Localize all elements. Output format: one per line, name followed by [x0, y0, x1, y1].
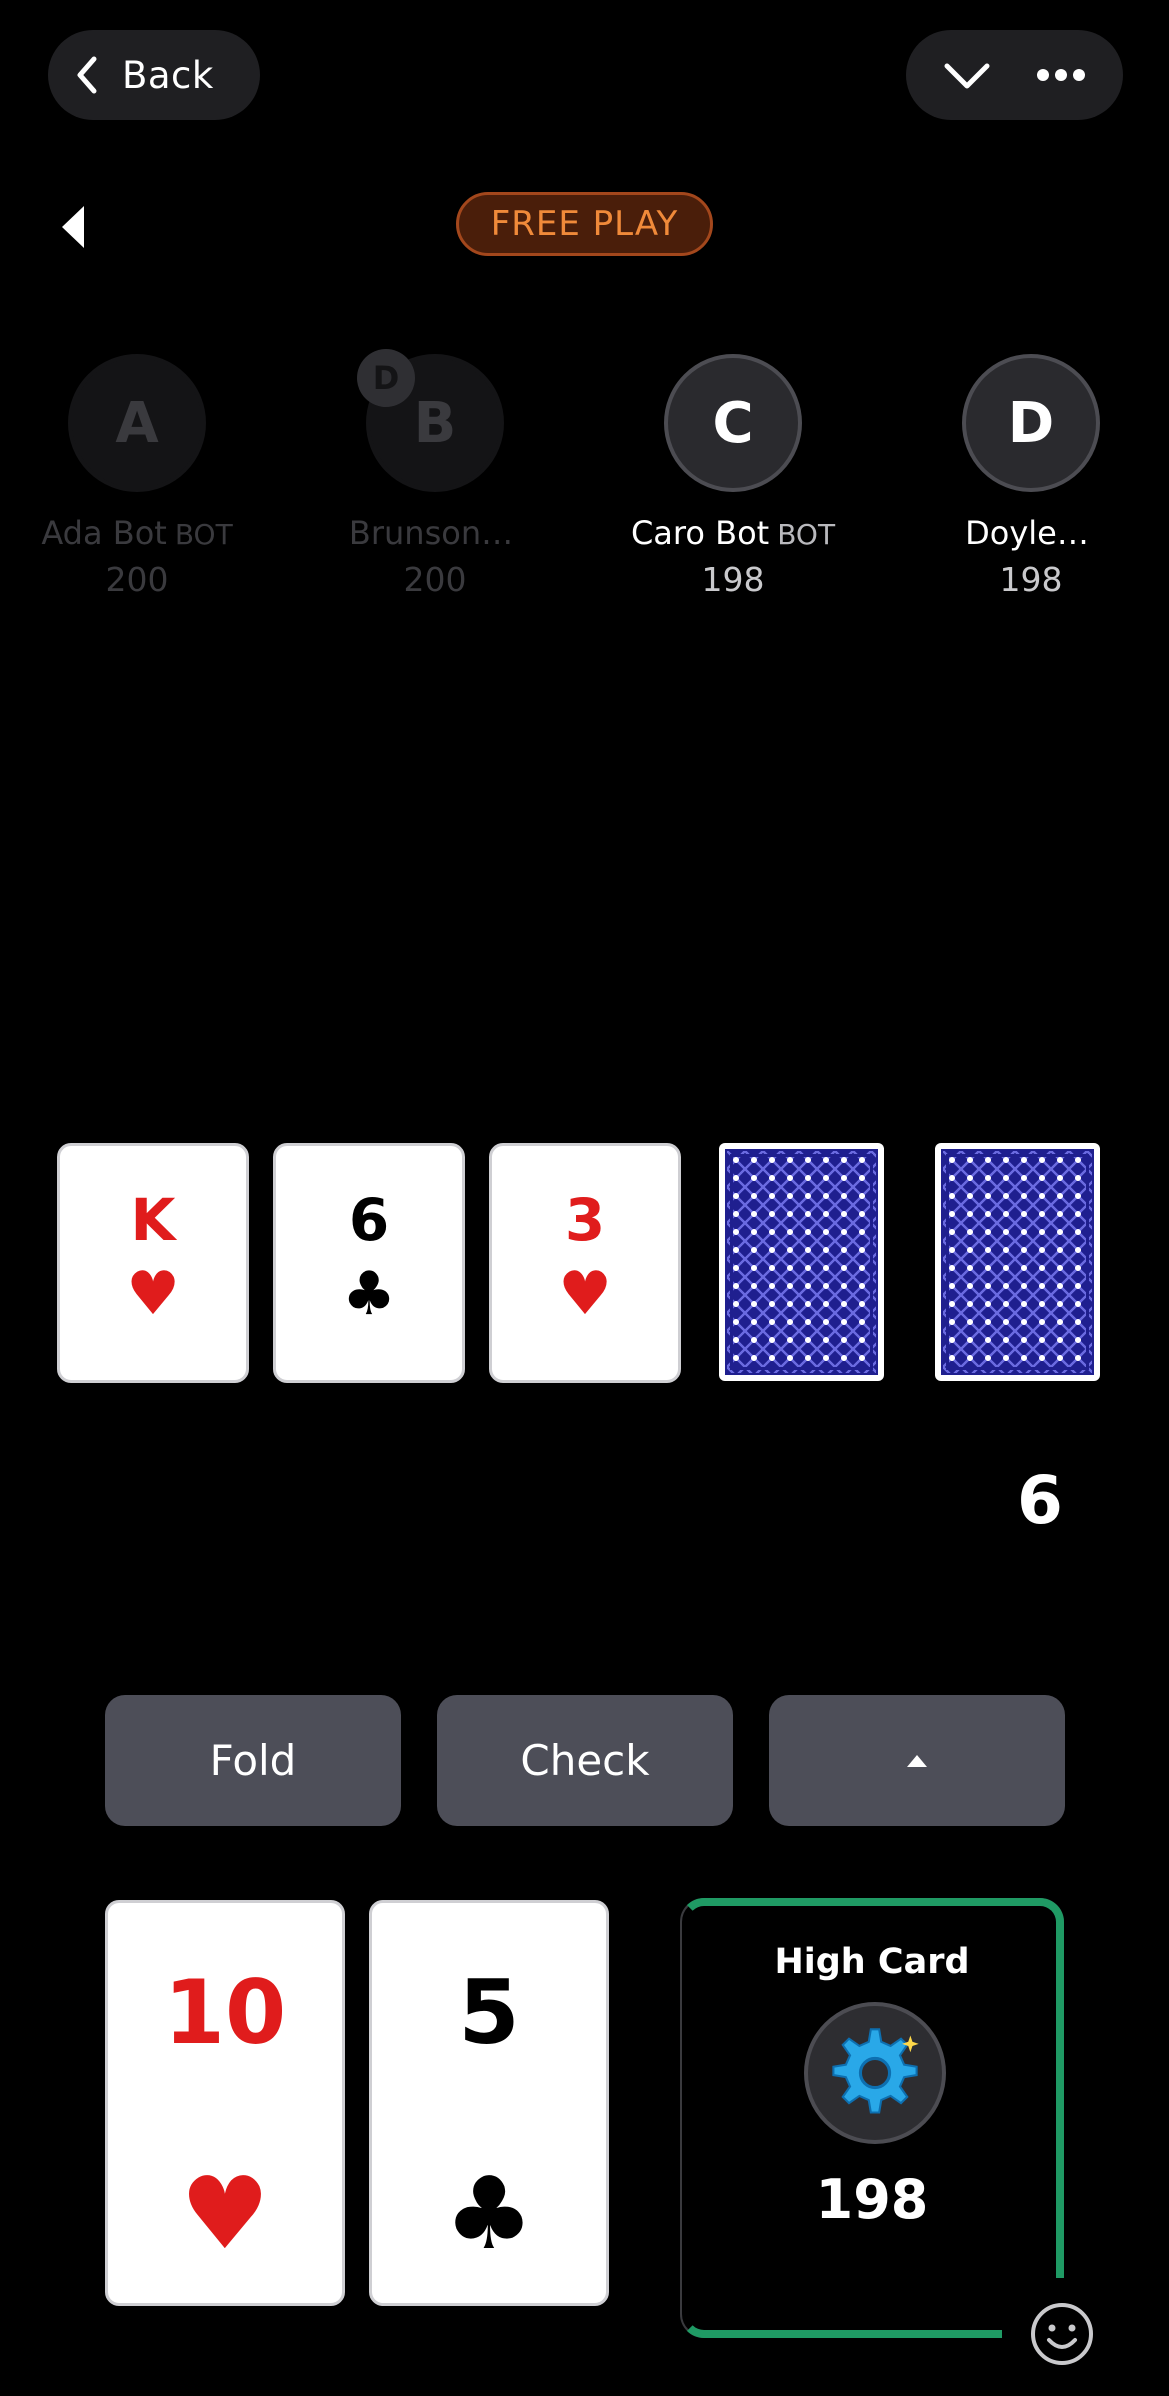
board-card-4-facedown	[719, 1143, 884, 1381]
more-options-icon[interactable]	[1036, 68, 1086, 82]
player-avatar: D	[962, 354, 1100, 492]
collapse-left-icon[interactable]	[58, 204, 88, 250]
card-back-pattern	[725, 1149, 878, 1375]
card-back-pattern	[941, 1149, 1094, 1375]
window-controls	[906, 30, 1123, 120]
pot-amount: 6	[1017, 1462, 1063, 1539]
raise-button[interactable]	[769, 1695, 1065, 1826]
board-card-1: K ♥	[57, 1143, 249, 1383]
caret-up-icon	[907, 1754, 927, 1767]
club-suit-icon: ♣	[342, 1259, 396, 1329]
player-seat-b[interactable]: B Brunson… 200	[300, 354, 570, 599]
player-name: Caro Bot BOT	[630, 514, 836, 552]
card-rank: 6	[348, 1186, 390, 1254]
player-hand-panel: High Card 198	[680, 1898, 1072, 2348]
check-button[interactable]: Check	[437, 1695, 733, 1826]
player-stack: 200	[105, 560, 169, 599]
bot-tag: BOT	[777, 518, 836, 551]
back-label: Back	[122, 53, 214, 97]
player-stack: 198	[815, 2168, 929, 2231]
player-seat-a[interactable]: A Ada Bot BOT 200	[2, 354, 272, 599]
hole-card-1: 10 ♥	[105, 1900, 345, 2306]
emoji-icon[interactable]	[1028, 2300, 1096, 2368]
board-card-5-facedown	[935, 1143, 1100, 1381]
player-avatar	[804, 2002, 946, 2144]
player-stack: 198	[701, 560, 765, 599]
dealer-button: D	[357, 349, 415, 407]
hand-rank-label: High Card	[774, 1942, 970, 1982]
club-suit-icon: ♣	[444, 2155, 534, 2272]
player-stack: 198	[999, 560, 1063, 599]
player-name: Ada Bot BOT	[41, 514, 233, 552]
bot-tag: BOT	[174, 518, 233, 551]
player-avatar: C	[664, 354, 802, 492]
heart-suit-icon: ♥	[558, 1259, 612, 1329]
card-rank: K	[130, 1186, 176, 1254]
card-rank: 10	[163, 1961, 287, 2064]
chevron-down-icon[interactable]	[943, 60, 991, 90]
card-rank: 5	[458, 1961, 520, 2064]
back-button[interactable]: Back	[48, 30, 260, 120]
player-avatar: A	[68, 354, 206, 492]
gear-icon	[832, 2028, 919, 2114]
chevron-left-icon	[77, 56, 97, 94]
fold-button[interactable]: Fold	[105, 1695, 401, 1826]
board-card-2: 6 ♣	[273, 1143, 465, 1383]
player-name: Brunson…	[348, 514, 514, 552]
player-stack: 200	[403, 560, 467, 599]
player-name: Doyle…	[965, 514, 1089, 552]
heart-suit-icon: ♥	[126, 1259, 180, 1329]
heart-suit-icon: ♥	[180, 2155, 270, 2272]
player-seat-c[interactable]: C Caro Bot BOT 198	[598, 354, 868, 599]
board-card-3: 3 ♥	[489, 1143, 681, 1383]
free-play-badge: FREE PLAY	[456, 192, 713, 256]
hole-card-2: 5 ♣	[369, 1900, 609, 2306]
player-seat-d[interactable]: D Doyle… 198	[896, 354, 1166, 599]
card-rank: 3	[564, 1186, 606, 1254]
